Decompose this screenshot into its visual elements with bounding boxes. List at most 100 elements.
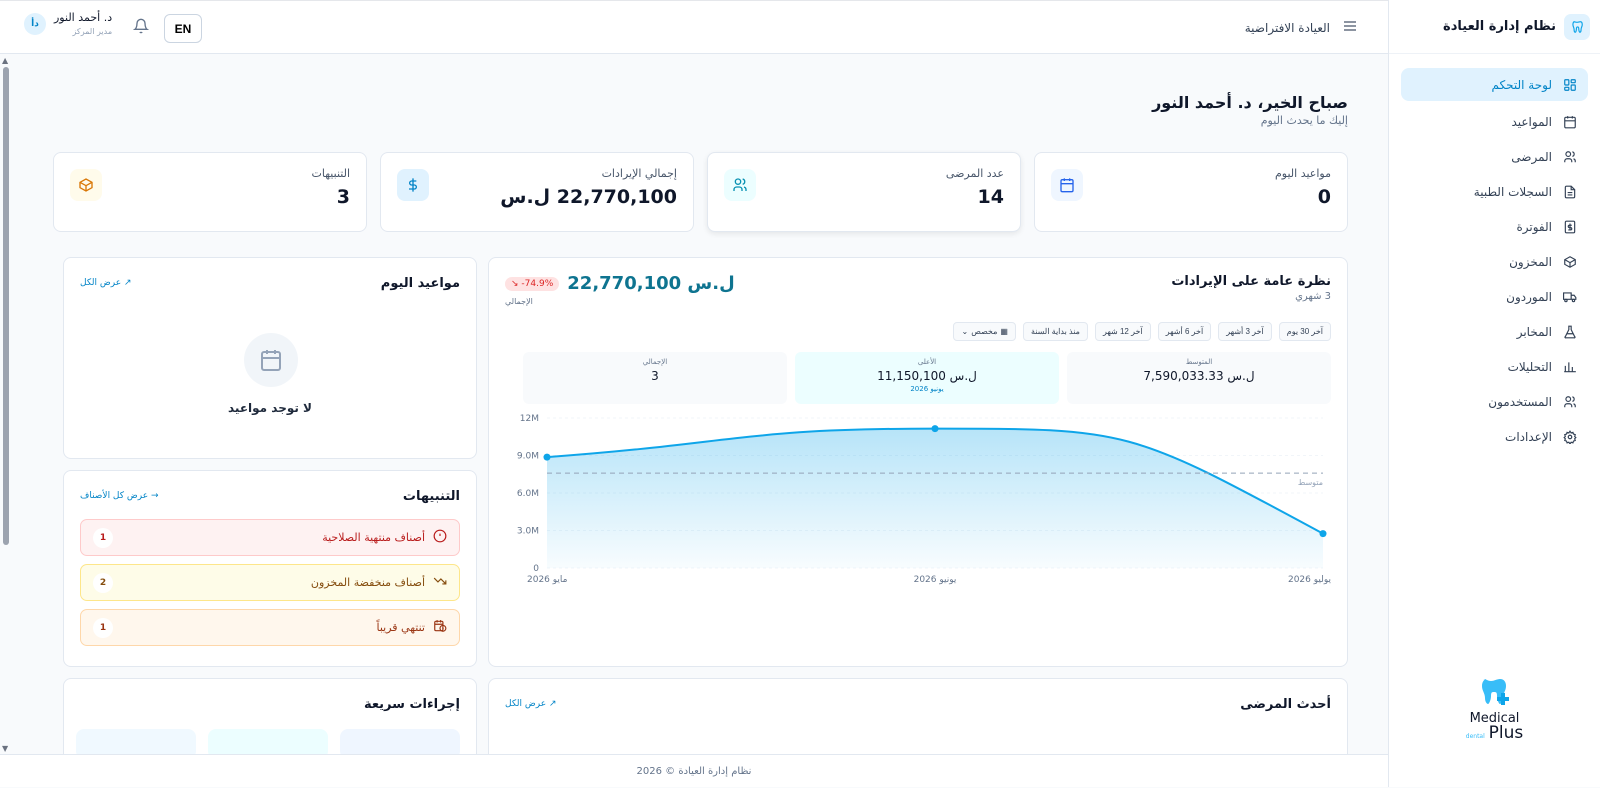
- sidebar-item-billing[interactable]: الفوترة: [1401, 212, 1588, 241]
- sidebar-item-analytics[interactable]: التحليلات: [1401, 352, 1588, 381]
- arrow-left-icon: →: [150, 491, 159, 501]
- external-arrow-icon: ↗: [123, 278, 132, 288]
- revenue-overview-card: نظرة عامة على الإيرادات 3 شهري ل.س 22,77…: [488, 257, 1348, 667]
- sidebar-item-labs[interactable]: المخابر: [1401, 317, 1588, 346]
- stat-card-today-appointments[interactable]: مواعيد اليوم 0: [1034, 152, 1348, 232]
- users-icon: [1562, 149, 1578, 165]
- stat-card-alerts[interactable]: التنبيهات 3: [53, 152, 367, 232]
- sidebar-item-label: السجلات الطبية: [1473, 184, 1552, 199]
- flask-icon: [1562, 324, 1578, 340]
- alert-expired-items[interactable]: أصناف منتهية الصلاحية 1: [80, 519, 460, 556]
- quick-action-button[interactable]: [208, 729, 328, 754]
- y-tick-label: 9.0M: [517, 452, 539, 462]
- sidebar-item-patients[interactable]: المرضى: [1401, 142, 1588, 171]
- alert-label: أصناف منخفضة المخزون: [310, 576, 425, 589]
- sidebar-item-settings[interactable]: الإعدادات: [1401, 422, 1588, 451]
- stat-value: 22,770,100 ل.س: [500, 186, 677, 208]
- quick-actions-title: إجراءات سريعة: [363, 697, 460, 712]
- today-appointments-card: مواعيد اليوم ↗ عرض الكل لا توجد مواعيد: [63, 257, 477, 459]
- bell-icon[interactable]: [132, 18, 150, 37]
- revenue-subtitle: 3 شهري: [1295, 291, 1331, 302]
- highest-stat: الأعلى ل.س 11,150,100 يونيو 2026: [795, 352, 1059, 404]
- alerts-card: التنبيهات → عرض كل الأصناف أصناف منتهية …: [63, 470, 477, 667]
- filter-last-3-months[interactable]: آخر 3 أشهر: [1218, 322, 1272, 341]
- alert-low-stock[interactable]: أصناف منخفضة المخزون 2: [80, 564, 460, 601]
- stat-value: 14: [977, 186, 1004, 208]
- trend-down-icon: [433, 574, 447, 591]
- average-line-label: متوسط: [1298, 478, 1323, 487]
- revenue-area: [547, 428, 1323, 568]
- sidebar-item-inventory[interactable]: المخزون: [1401, 247, 1588, 276]
- alerts-view-all-link[interactable]: → عرض كل الأصناف: [80, 491, 159, 501]
- sidebar-item-label: المخزون: [1509, 254, 1552, 269]
- highest-period: يونيو 2026: [910, 385, 944, 393]
- sidebar-item-label: المواعيد: [1511, 114, 1552, 129]
- scroll-up-arrow-icon[interactable]: ▲: [2, 56, 8, 65]
- footer: نظام إدارة العيادة © 2026: [0, 754, 1388, 787]
- filter-custom-label: مخصص: [971, 327, 998, 336]
- stat-value: 3: [336, 186, 350, 208]
- sidebar-item-label: التحليلات: [1507, 359, 1552, 374]
- stat-card-revenue[interactable]: إجمالي الإيرادات 22,770,100 ل.س: [380, 152, 694, 232]
- alert-count: 2: [93, 572, 113, 593]
- quick-action-button[interactable]: [340, 729, 460, 754]
- calendar-empty-icon: [244, 333, 298, 387]
- recent-patients-view-all-link[interactable]: ↗ عرض الكل: [505, 699, 557, 709]
- sidebar-item-suppliers[interactable]: الموردون: [1401, 282, 1588, 311]
- average-value: ل.س 7,590,033.33: [1143, 369, 1255, 383]
- dollar-icon: [397, 169, 429, 201]
- alert-expiring-soon[interactable]: تنتهي قريباً 1: [80, 609, 460, 646]
- footer-text: نظام إدارة العيادة © 2026: [636, 766, 752, 777]
- sidebar-item-appointments[interactable]: المواعيد: [1401, 107, 1588, 136]
- filter-last-30-days[interactable]: آخر 30 يوم: [1278, 322, 1331, 341]
- recent-patients-card: أحدث المرضى ↗ عرض الكل: [488, 678, 1348, 754]
- scrollbar-thumb[interactable]: [3, 67, 9, 545]
- dashboard-icon: [1562, 77, 1578, 93]
- stat-card-patients[interactable]: عدد المرضى 14: [707, 152, 1021, 232]
- truck-icon: [1562, 289, 1578, 305]
- appointments-view-all-link[interactable]: ↗ عرض الكل: [80, 278, 132, 288]
- tooth-plus-logo-icon: [1481, 679, 1509, 705]
- filter-last-12-months[interactable]: آخر 12 شهر: [1094, 322, 1151, 341]
- brand-title: نظام إدارة العيادة: [1443, 19, 1556, 34]
- file-icon: [1562, 184, 1578, 200]
- revenue-title: نظرة عامة على الإيرادات: [1171, 274, 1331, 289]
- greeting-subtitle: إليك ما يحدث اليوم: [1260, 114, 1348, 127]
- average-stat: المتوسط ل.س 7,590,033.33: [1067, 352, 1331, 404]
- main-content: ▲ ▼ صباح الخير، د. أحمد النور إليك ما يح…: [0, 55, 1388, 754]
- highest-label: الأعلى: [917, 358, 937, 366]
- highest-value: ل.س 11,150,100: [877, 369, 977, 383]
- user-name: د. أحمد النور: [54, 11, 113, 24]
- view-all-label: عرض كل الأصناف: [80, 491, 149, 501]
- x-tick-label: يونيو 2026: [914, 575, 957, 585]
- filter-last-6-months[interactable]: آخر 6 أشهر: [1157, 322, 1212, 341]
- appointments-title: مواعيد اليوم: [380, 276, 460, 291]
- sidebar-item-label: الفوترة: [1516, 219, 1552, 234]
- language-toggle-button[interactable]: EN: [164, 14, 202, 43]
- menu-icon[interactable]: [1342, 18, 1358, 37]
- sidebar-item-medical-records[interactable]: السجلات الطبية: [1401, 177, 1588, 206]
- filter-year-to-date[interactable]: منذ بداية السنة: [1022, 322, 1088, 341]
- bar-chart-icon: [1562, 359, 1578, 375]
- sidebar-item-dashboard[interactable]: لوحة التحكم: [1401, 68, 1588, 101]
- sidebar-item-label: الموردون: [1506, 289, 1552, 304]
- quick-action-button[interactable]: [76, 729, 196, 754]
- users-icon: [724, 169, 756, 201]
- revenue-total: ل.س 22,770,100: [567, 273, 735, 294]
- chevron-down-icon: ⌄: [961, 327, 969, 336]
- external-arrow-icon: ↗: [548, 699, 557, 709]
- data-point: [931, 425, 939, 433]
- calendar-clock-icon: [433, 619, 447, 636]
- tooth-logo-icon: [1564, 13, 1590, 40]
- count-label: الإجمالي: [642, 358, 668, 366]
- sidebar-nav: لوحة التحكم المواعيد المرضى السجلات الطب…: [1389, 54, 1600, 465]
- user-menu[interactable]: دأ د. أحمد النور مدير المركز: [24, 11, 112, 36]
- scrollbar[interactable]: ▲ ▼: [0, 55, 12, 754]
- sidebar-item-users[interactable]: المستخدمون: [1401, 387, 1588, 416]
- x-tick-label: مايو 2026: [527, 575, 568, 585]
- filter-custom[interactable]: ▦ مخصص ⌄: [953, 322, 1016, 341]
- scroll-down-arrow-icon[interactable]: ▼: [2, 744, 8, 753]
- alert-label: أصناف منتهية الصلاحية: [322, 531, 425, 544]
- x-tick-label: يوليو 2026: [1288, 575, 1331, 585]
- topbar-right: العيادة الافتراضية: [1245, 18, 1358, 37]
